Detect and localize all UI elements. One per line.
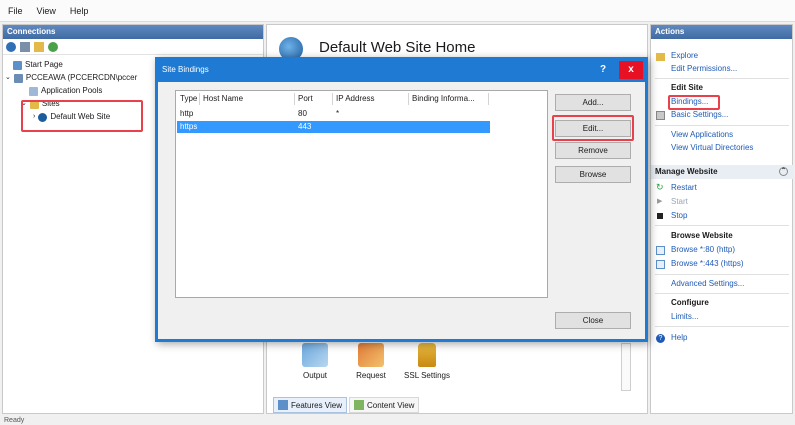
tree-label: PCCEAWA (PCCERCDN\pccer <box>25 73 138 82</box>
collapse-icon[interactable]: ⌃ <box>779 167 788 176</box>
lock-icon <box>418 343 436 367</box>
site-bindings-dialog: Site Bindings ? x Type Host Name Port IP… <box>155 57 648 342</box>
feature-request[interactable]: Request <box>343 343 399 380</box>
connect-icon[interactable] <box>6 41 16 52</box>
browse-button[interactable]: Browse <box>555 166 631 183</box>
close-window-button[interactable]: x <box>619 61 643 79</box>
status-text: Ready <box>4 417 25 424</box>
cell-ip: * <box>336 109 340 118</box>
separator <box>655 78 789 79</box>
separator <box>655 225 789 226</box>
features-view-icon <box>278 400 288 410</box>
column-header-port[interactable]: Port <box>298 93 313 105</box>
action-start[interactable]: Start <box>651 197 794 206</box>
up-icon[interactable] <box>34 41 44 52</box>
remove-button[interactable]: Remove <box>555 142 631 159</box>
menu-view[interactable]: View <box>37 6 56 16</box>
column-divider[interactable] <box>488 93 489 105</box>
table-row-selected[interactable]: https 443 <box>177 121 490 133</box>
collapse-chevron-icon[interactable]: ⌄ <box>5 72 11 84</box>
action-view-applications[interactable]: View Applications <box>651 130 794 139</box>
menu-help[interactable]: Help <box>70 6 89 16</box>
feature-label: Request <box>356 371 386 380</box>
section-browse-website: Browse Website <box>671 231 733 240</box>
menu-file[interactable]: File <box>8 6 23 16</box>
tab-features-view[interactable]: Features View <box>273 397 347 413</box>
actions-header: Actions <box>651 25 792 39</box>
tree-label: Start Page <box>25 60 63 69</box>
tab-label: Content View <box>367 400 415 410</box>
cell-type: http <box>180 109 194 118</box>
tab-content-view[interactable]: Content View <box>349 397 420 413</box>
separator <box>655 274 789 275</box>
dialog-titlebar: Site Bindings ? x <box>158 60 645 82</box>
column-divider[interactable] <box>294 93 295 105</box>
column-divider[interactable] <box>332 93 333 105</box>
column-divider[interactable] <box>408 93 409 105</box>
sites-highlight-box <box>21 100 143 132</box>
close-button[interactable]: Close <box>555 312 631 329</box>
feature-output[interactable]: Output <box>287 343 343 380</box>
refresh-icon[interactable] <box>48 41 58 52</box>
column-header-ip-address[interactable]: IP Address <box>336 93 375 105</box>
section-label: Manage Website <box>655 167 718 176</box>
feature-label: Output <box>302 371 327 380</box>
table-row[interactable]: http 80 * <box>177 108 490 120</box>
app-pools-icon <box>29 86 38 96</box>
server-icon <box>13 73 23 83</box>
bindings-highlight-box <box>668 95 720 110</box>
feature-label: SSL Settings <box>404 371 450 380</box>
column-header-host-name[interactable]: Host Name <box>203 93 243 105</box>
bindings-list[interactable]: Type Host Name Port IP Address Binding I… <box>175 90 548 298</box>
tree-item-start-page[interactable]: Start Page <box>13 59 63 71</box>
cell-type: https <box>180 122 198 131</box>
cell-port: 443 <box>298 122 312 131</box>
section-configure: Configure <box>671 298 709 307</box>
save-icon[interactable] <box>20 41 30 52</box>
dialog-title: Site Bindings <box>162 65 209 74</box>
actions-panel: Actions Explore Edit Permissions... Edit… <box>650 24 794 414</box>
action-basic-settings[interactable]: Basic Settings... <box>651 110 794 119</box>
cell-port: 80 <box>298 109 307 118</box>
action-browse-http[interactable]: Browse *:80 (http) <box>651 245 794 254</box>
action-browse-https[interactable]: Browse *:443 (https) <box>651 259 794 268</box>
separator <box>655 293 789 294</box>
section-manage-website: Manage Website ⌃ <box>651 165 794 179</box>
action-restart[interactable]: Restart <box>651 183 794 192</box>
action-stop[interactable]: Stop <box>651 211 794 220</box>
output-icon <box>302 343 328 367</box>
menu-bar: File View Help <box>0 0 795 22</box>
start-page-icon <box>13 60 22 70</box>
section-edit-site: Edit Site <box>671 83 704 92</box>
help-button[interactable]: ? <box>591 61 615 79</box>
tab-label: Features View <box>291 400 342 410</box>
tree-item-server[interactable]: ⌄ PCCEAWA (PCCERCDN\pccer <box>5 72 137 84</box>
add-button[interactable]: Add... <box>555 94 631 111</box>
separator <box>655 326 789 327</box>
vertical-scrollbar[interactable] <box>621 343 631 391</box>
action-advanced-settings[interactable]: Advanced Settings... <box>651 279 794 288</box>
action-limits[interactable]: Limits... <box>651 312 794 321</box>
column-divider[interactable] <box>199 93 200 105</box>
tree-item-app-pools[interactable]: Application Pools <box>29 85 102 97</box>
content-view-icon <box>354 400 364 410</box>
action-explore[interactable]: Explore <box>651 51 794 60</box>
action-view-virtual-directories[interactable]: View Virtual Directories <box>651 143 794 152</box>
edit-highlight-box <box>552 115 634 141</box>
connections-header: Connections <box>3 25 263 39</box>
page-title: Default Web Site Home <box>319 39 476 56</box>
connections-toolbar <box>3 39 263 55</box>
status-bar: Ready <box>0 416 795 425</box>
request-icon <box>358 343 384 367</box>
column-header-binding-info[interactable]: Binding Informa... <box>412 93 475 105</box>
action-edit-permissions[interactable]: Edit Permissions... <box>651 64 794 73</box>
tree-label: Application Pools <box>41 86 103 95</box>
column-header-type[interactable]: Type <box>180 93 197 105</box>
separator <box>655 125 789 126</box>
feature-ssl-settings[interactable]: SSL Settings <box>399 343 455 380</box>
action-help[interactable]: Help <box>651 333 794 342</box>
feature-icons: Output Request SSL Settings <box>287 343 467 380</box>
view-tabs: Features View Content View <box>273 397 420 413</box>
